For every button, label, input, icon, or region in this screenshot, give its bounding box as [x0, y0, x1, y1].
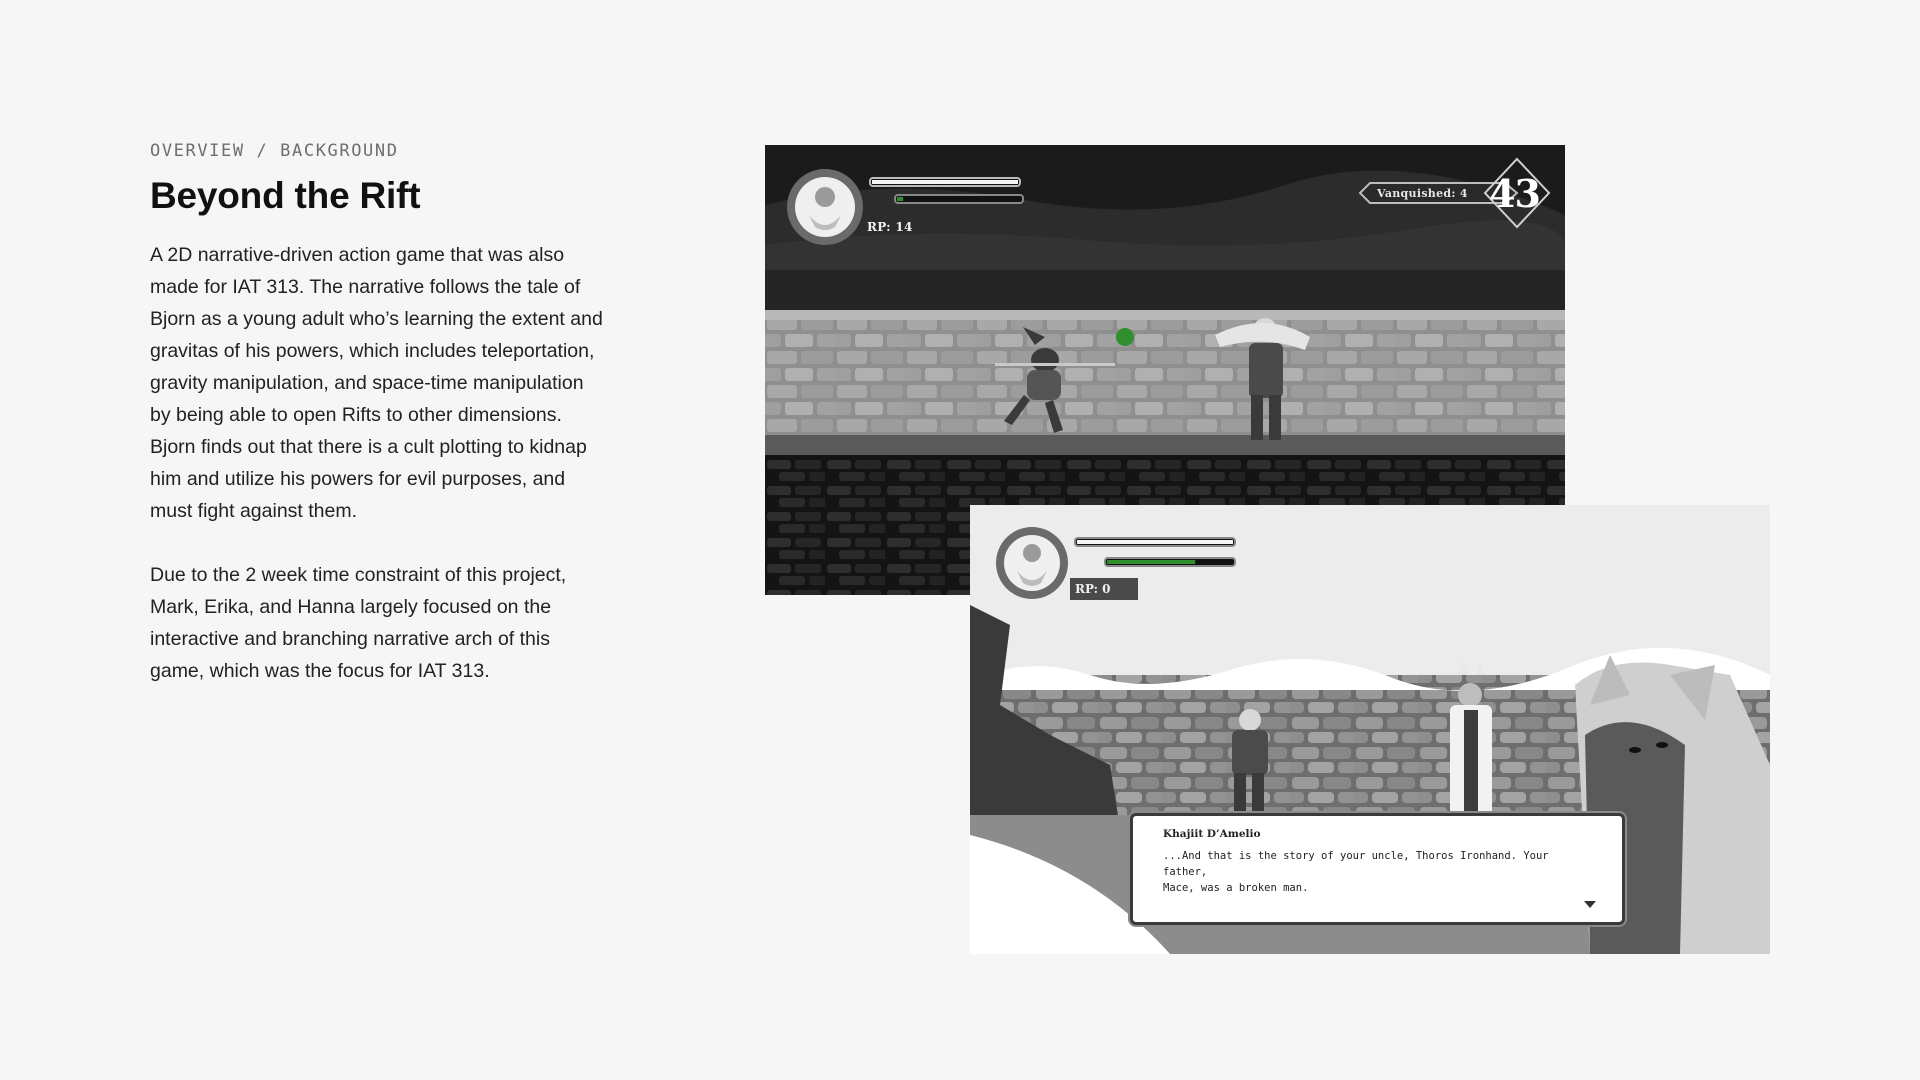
dialogue-line-1: ...And that is the story of your uncle, … — [1163, 850, 1549, 878]
score-counter: 43 — [1489, 171, 1541, 216]
breadcrumb: OVERVIEW / BACKGROUND — [150, 141, 399, 161]
health-bar-fill — [1077, 540, 1233, 544]
description-paragraph-1: A 2D narrative-driven action game that w… — [150, 244, 603, 522]
dialogue-box[interactable]: Khajiit D’Amelio ...And that is the stor… — [1130, 813, 1625, 925]
rift-bar-fill — [1107, 560, 1196, 564]
rp-label: RP: 14 — [867, 220, 913, 234]
page-title: Beyond the Rift — [150, 175, 421, 216]
player-portrait — [996, 527, 1068, 599]
dialogue-line-2: Mace, was a broken man. — [1163, 882, 1309, 894]
player-portrait — [787, 169, 863, 245]
health-bar-fill — [872, 180, 1018, 184]
speaker-name: Khajiit D’Amelio — [1163, 828, 1261, 840]
description-paragraph-2: Due to the 2 week time constraint of thi… — [150, 564, 567, 682]
continue-arrow-icon[interactable] — [1584, 901, 1596, 908]
rift-bar-fill — [897, 197, 904, 201]
rp-label: RP: 0 — [1070, 578, 1138, 600]
overview-section: OVERVIEW / BACKGROUND Beyond the Rift A … — [150, 141, 610, 687]
vanquished-counter: Vanquished: 4 — [1377, 187, 1468, 200]
rift-orb — [1116, 328, 1134, 346]
dialogue-screenshot: RP: 0 Khajiit D’Amelio ...And that is th… — [970, 505, 1770, 954]
